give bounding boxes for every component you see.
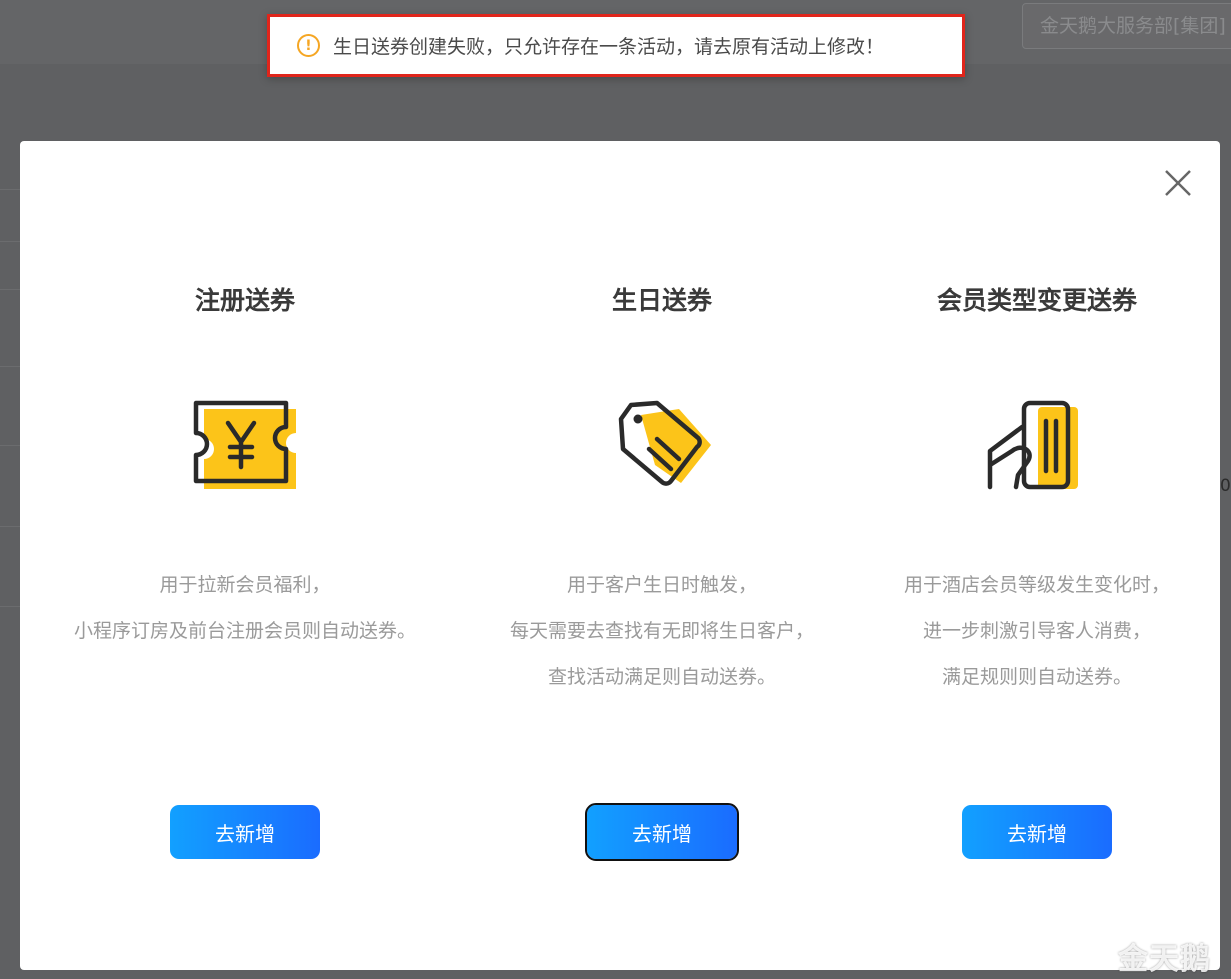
card-title: 注册送券 (194, 286, 295, 315)
tag-icon (618, 400, 711, 486)
card-title: 会员类型变更送券 (936, 286, 1137, 315)
description-line: 满足规则则自动送券。 (941, 666, 1132, 688)
card-title: 生日送券 (611, 286, 712, 315)
description-line: 小程序订房及前台注册会员则自动送券。 (73, 620, 416, 642)
add-register-coupon-button[interactable]: 去新增 (170, 805, 320, 859)
background-divider (0, 445, 20, 446)
description-line: 查找活动满足则自动送券。 (547, 666, 776, 688)
card-register-coupon: 注册送券 用于拉新会员福利， 小程序订房及前台注册会员则自动送券。 去新增 (50, 141, 440, 970)
background-divider (0, 189, 20, 190)
card-member-type-change-coupon: 会员类型变更送券 用于酒店会员等级发生变化时， 进一步刺激引导客人消费， 满足规… (842, 141, 1231, 970)
error-toast: ! 生日送券创建失败，只允许存在一条活动，请去原有活动上修改！ (267, 14, 965, 77)
description-line: 进一步刺激引导客人消费， (922, 620, 1151, 642)
add-member-type-change-coupon-button[interactable]: 去新增 (962, 805, 1112, 859)
card-in-hand-icon (987, 400, 1078, 490)
description-line: 每天需要去查找有无即将生日客户， (509, 620, 814, 642)
add-birthday-coupon-button[interactable]: 去新增 (585, 803, 739, 861)
card-description: 用于酒店会员等级发生变化时， 进一步刺激引导客人消费， 满足规则则自动送券。 (842, 562, 1231, 700)
org-selector: 金天鹅大服务部[集团] (1022, 3, 1231, 49)
background-divider (0, 366, 20, 367)
description-line: 用于客户生日时触发， (566, 574, 757, 596)
toast-message: 生日送券创建失败，只允许存在一条活动，请去原有活动上修改！ (333, 36, 885, 58)
description-line: 用于拉新会员福利， (159, 574, 331, 596)
card-description: 用于客户生日时触发， 每天需要去查找有无即将生日客户， 查找活动满足则自动送券。 (467, 562, 857, 700)
card-birthday-coupon: 生日送券 用于客户生日时触发， 每天需要去查找有无即将生日客户， 查找活动满足则… (467, 141, 857, 970)
description-line: 用于酒店会员等级发生变化时， (903, 574, 1170, 596)
background-divider (0, 526, 20, 527)
background-divider (0, 289, 20, 290)
background-divider (0, 241, 20, 242)
background-divider (0, 606, 20, 607)
card-description: 用于拉新会员福利， 小程序订房及前台注册会员则自动送券。 (50, 562, 440, 654)
yen-coupon-icon (193, 400, 296, 489)
warning-icon: ! (297, 34, 320, 57)
coupon-type-modal: 注册送券 用于拉新会员福利， 小程序订房及前台注册会员则自动送券。 去新增 生日… (20, 141, 1220, 970)
watermark: 金天鹅 (1118, 942, 1211, 977)
